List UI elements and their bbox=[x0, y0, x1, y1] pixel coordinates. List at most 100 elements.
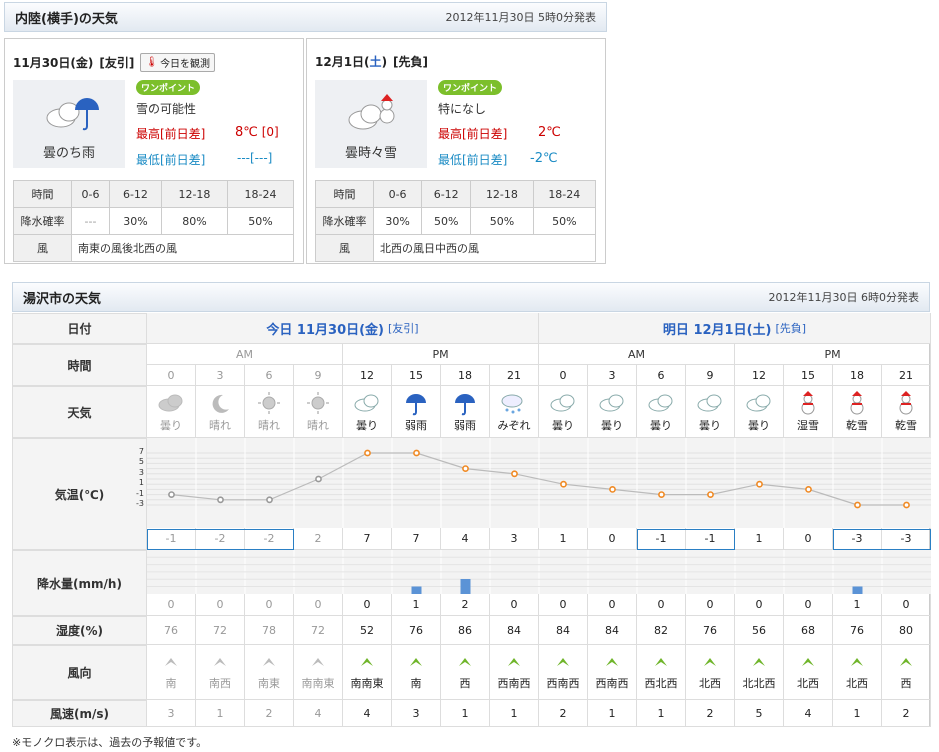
row-header-precip: 降水量(mm/h) bbox=[12, 550, 147, 616]
sun-icon bbox=[258, 391, 280, 414]
wind-dir-text: 西南西 bbox=[595, 677, 629, 690]
precip-value: 2 bbox=[441, 594, 490, 616]
precip-table-today: 時間 0-6 6-12 12-18 18-24 降水確率 --- 30% 80%… bbox=[13, 180, 295, 262]
wind-arrow-icon bbox=[165, 658, 177, 666]
day-rokuyo: [先負] bbox=[775, 322, 807, 335]
wind-arrow-icon bbox=[851, 658, 863, 666]
row-header-weather: 天気 bbox=[12, 386, 147, 438]
day-date: 11月30日(金) bbox=[13, 56, 94, 70]
weather-text: 弱雨 bbox=[454, 418, 476, 432]
hour-cell: 3 bbox=[196, 365, 245, 386]
th-slot: 18-24 bbox=[226, 180, 295, 208]
umbrella-icon bbox=[455, 393, 475, 415]
th-slot: 0-6 bbox=[71, 180, 110, 208]
row-header-time: 時間 bbox=[12, 344, 147, 386]
precip-value: 0 bbox=[539, 594, 588, 616]
hour-cell: 21 bbox=[490, 365, 539, 386]
day-header-today: 今日 11月30日(金) [友引] bbox=[147, 313, 539, 344]
temperature-point bbox=[658, 491, 665, 498]
wind-arrow-icon bbox=[557, 658, 569, 666]
wind-arrow-icon bbox=[802, 658, 814, 666]
humidity-value: 76 bbox=[833, 616, 882, 645]
weather-text: 曇り bbox=[601, 418, 623, 432]
ampm-label: PM bbox=[735, 344, 931, 365]
temperature-point bbox=[707, 491, 714, 498]
snowman-icon bbox=[899, 390, 913, 414]
precip-cell: 30% bbox=[108, 207, 162, 235]
precip-value: 0 bbox=[245, 594, 294, 616]
hour-cell: 9 bbox=[686, 365, 735, 386]
row-header-wind_speed: 風速(m/s) bbox=[12, 700, 147, 727]
hour-cell: 12 bbox=[735, 365, 784, 386]
sun-icon bbox=[307, 391, 329, 414]
temperature-point bbox=[462, 465, 469, 472]
city-header: 湯沢市の天気 2012年11月30日 6時0分発表 bbox=[12, 282, 930, 312]
wind-dir-cell: 南 bbox=[392, 645, 441, 700]
weather-cell: 曇り bbox=[147, 386, 196, 438]
wind-dir-text: 南東 bbox=[258, 677, 280, 690]
high-temp-value: 8℃ [0] bbox=[235, 125, 279, 140]
th-precip: 降水確率 bbox=[315, 207, 374, 235]
weather-cell: 曇り bbox=[735, 386, 784, 438]
weather-box-tomorrow: 曇時々雪 bbox=[315, 80, 427, 168]
hour-cell: 0 bbox=[147, 365, 196, 386]
precip-value: 0 bbox=[735, 594, 784, 616]
weather-text: 弱雨 bbox=[405, 418, 427, 432]
wind-speed-value: 2 bbox=[882, 700, 931, 727]
weather-text: 乾雪 bbox=[846, 418, 868, 432]
thermometer-icon: 🌡 bbox=[145, 57, 159, 68]
low-temp-value: -2℃ bbox=[530, 151, 558, 166]
moon-icon bbox=[212, 394, 229, 413]
wind-dir-text: 西南西 bbox=[546, 677, 580, 690]
wind-dir-cell: 西南西 bbox=[490, 645, 539, 700]
onepoint-text: 雪の可能性 bbox=[136, 102, 197, 116]
wind-speed-value: 1 bbox=[588, 700, 637, 727]
wind-dir-cell: 西 bbox=[882, 645, 931, 700]
region-issued: 2012年11月30日 5時0分発表 bbox=[445, 11, 596, 24]
wind-dir-cell: 西南西 bbox=[588, 645, 637, 700]
wind-dir-text: 北西 bbox=[846, 677, 868, 690]
region-header: 内陸(横手)の天気 2012年11月30日 5時0分発表 bbox=[4, 2, 607, 32]
hour-cell: 6 bbox=[245, 365, 294, 386]
observe-button[interactable]: 🌡 今日を観測 bbox=[140, 53, 216, 72]
precip-value: 0 bbox=[490, 594, 539, 616]
wind-dir-cell: 南 bbox=[147, 645, 196, 700]
humidity-value: 82 bbox=[637, 616, 686, 645]
weather-cell: 乾雪 bbox=[833, 386, 882, 438]
temp-value: 0 bbox=[784, 528, 833, 550]
temp-value: 2 bbox=[294, 528, 343, 550]
temp-tick-label: 1 bbox=[138, 478, 144, 488]
precip-cell: 80% bbox=[160, 207, 228, 235]
wind-arrow-icon bbox=[214, 658, 226, 666]
wind-speed-value: 3 bbox=[147, 700, 196, 727]
precip-cell: 50% bbox=[470, 207, 534, 235]
wind-arrow-icon bbox=[753, 658, 765, 666]
wind-dir-cell: 南西 bbox=[196, 645, 245, 700]
weather-cell: 弱雨 bbox=[441, 386, 490, 438]
humidity-value: 86 bbox=[441, 616, 490, 645]
weather-box-today: 曇のち雨 bbox=[13, 80, 125, 168]
cloud-sometimes-snow-icon bbox=[348, 94, 395, 130]
wind-dir-cell: 北西 bbox=[833, 645, 882, 700]
weather-text: 晴れ bbox=[258, 418, 280, 432]
weather-cell: 晴れ bbox=[294, 386, 343, 438]
wind-speed-value: 1 bbox=[196, 700, 245, 727]
hour-cell: 21 bbox=[882, 365, 931, 386]
weather-text: みぞれ bbox=[497, 418, 531, 432]
th-slot: 12-18 bbox=[160, 180, 228, 208]
temperature-point bbox=[168, 491, 175, 498]
temp-value: 7 bbox=[343, 528, 392, 550]
low-temp-label: 最低[前日差] bbox=[438, 153, 508, 167]
precip-bar bbox=[460, 579, 471, 594]
snowman-icon bbox=[850, 390, 864, 414]
wind-speed-value: 5 bbox=[735, 700, 784, 727]
weather-text: 晴れ bbox=[209, 418, 231, 432]
day-label: 明日 12月1日(土) bbox=[662, 322, 772, 338]
cloud-icon bbox=[354, 394, 379, 411]
th-time: 時間 bbox=[13, 180, 72, 208]
precip-value: 0 bbox=[784, 594, 833, 616]
weather-text: 乾雪 bbox=[895, 418, 917, 432]
temperature-point bbox=[609, 486, 616, 493]
high-temp-label: 最高[前日差] bbox=[136, 127, 206, 141]
humidity-value: 76 bbox=[147, 616, 196, 645]
